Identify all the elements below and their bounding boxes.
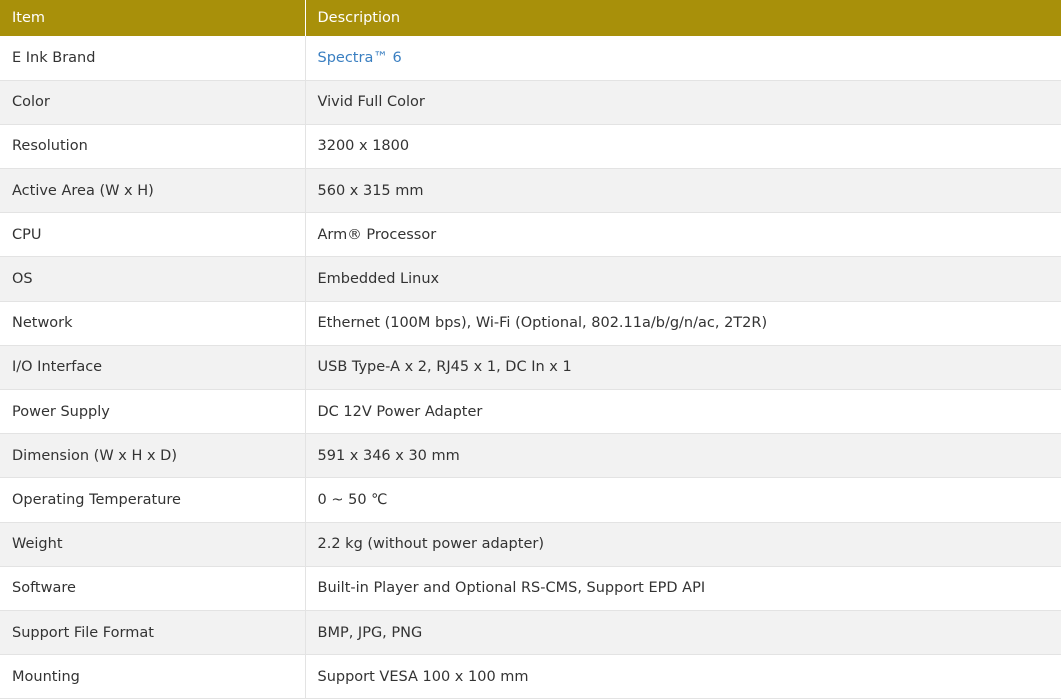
table-row: Dimension (W x H x D) 591 x 346 x 30 mm [0,433,1061,479]
spec-item-label: Dimension (W x H x D) [0,433,305,479]
spec-item-label: Power Supply [0,389,305,435]
spec-item-label: I/O Interface [0,345,305,391]
spec-item-label: Resolution [0,124,305,170]
spec-item-label: E Ink Brand [0,36,305,81]
spec-table-header: Item Description [0,0,1061,36]
spec-item-value: Built-in Player and Optional RS-CMS, Sup… [304,566,1061,611]
spec-item-label: Support File Format [0,610,305,656]
spec-item-label: Network [0,301,305,346]
spec-item-value: Spectra™ 6 [304,36,1061,81]
spec-item-value: 2.2 kg (without power adapter) [304,522,1061,567]
spec-item-label: OS [0,256,305,302]
spec-item-value: Embedded Linux [304,256,1061,302]
table-row: Mounting Support VESA 100 x 100 mm [0,654,1061,700]
table-row: OS Embedded Linux [0,256,1061,302]
spec-item-label: Active Area (W x H) [0,168,305,214]
spec-item-label: Weight [0,522,305,567]
spec-item-value: 3200 x 1800 [304,124,1061,170]
spec-item-value: DC 12V Power Adapter [304,389,1061,435]
spec-table-body: E Ink Brand Spectra™ 6 Color Vivid Full Col… [0,36,1061,700]
spec-item-value: 0 ~ 50 ℃ [304,477,1061,523]
spec-item-label: Software [0,566,305,611]
spec-item-value: Ethernet (100M bps), Wi-Fi (Optional, 80… [304,301,1061,346]
table-row: Resolution 3200 x 1800 [0,124,1061,170]
table-row: I/O Interface USB Type-A x 2, RJ45 x 1, D… [0,345,1061,391]
spec-item-label: Mounting [0,654,305,700]
header-item: Item [0,0,305,36]
table-row: CPU Arm® Processor [0,212,1061,258]
spec-item-value: Support VESA 100 x 100 mm [304,654,1061,700]
spec-table: Item Description E Ink Brand Spectra™ 6 Co… [0,0,1061,700]
spec-item-value: USB Type-A x 2, RJ45 x 1, DC In x 1 [304,345,1061,391]
table-row: Weight 2.2 kg (without power adapter) [0,522,1061,567]
spec-item-label: CPU [0,212,305,258]
table-row: E Ink Brand Spectra™ 6 [0,36,1061,81]
table-row: Power Supply DC 12V Power Adapter [0,389,1061,435]
spectra-link[interactable]: Spectra™ 6 [318,50,402,66]
spec-item-value: 591 x 346 x 30 mm [304,433,1061,479]
spec-item-label: Color [0,80,305,125]
table-row: Network Ethernet (100M bps), Wi-Fi (Optio… [0,301,1061,346]
spec-item-value: 560 x 315 mm [304,168,1061,214]
header-description: Description [304,0,1061,36]
spec-item-value: Arm® Processor [304,212,1061,258]
spec-item-label: Operating Temperature [0,477,305,523]
spec-item-value: Vivid Full Color [304,80,1061,125]
header-row: Item Description [0,0,1061,36]
table-row: Color Vivid Full Color [0,80,1061,125]
table-row: Operating Temperature 0 ~ 50 ℃ [0,477,1061,523]
spec-item-value: BMP, JPG, PNG [304,610,1061,656]
table-row: Support File Format BMP, JPG, PNG [0,610,1061,656]
table-row: Active Area (W x H) 560 x 315 mm [0,168,1061,214]
table-row: Software Built-in Player and Optional RS-… [0,566,1061,611]
